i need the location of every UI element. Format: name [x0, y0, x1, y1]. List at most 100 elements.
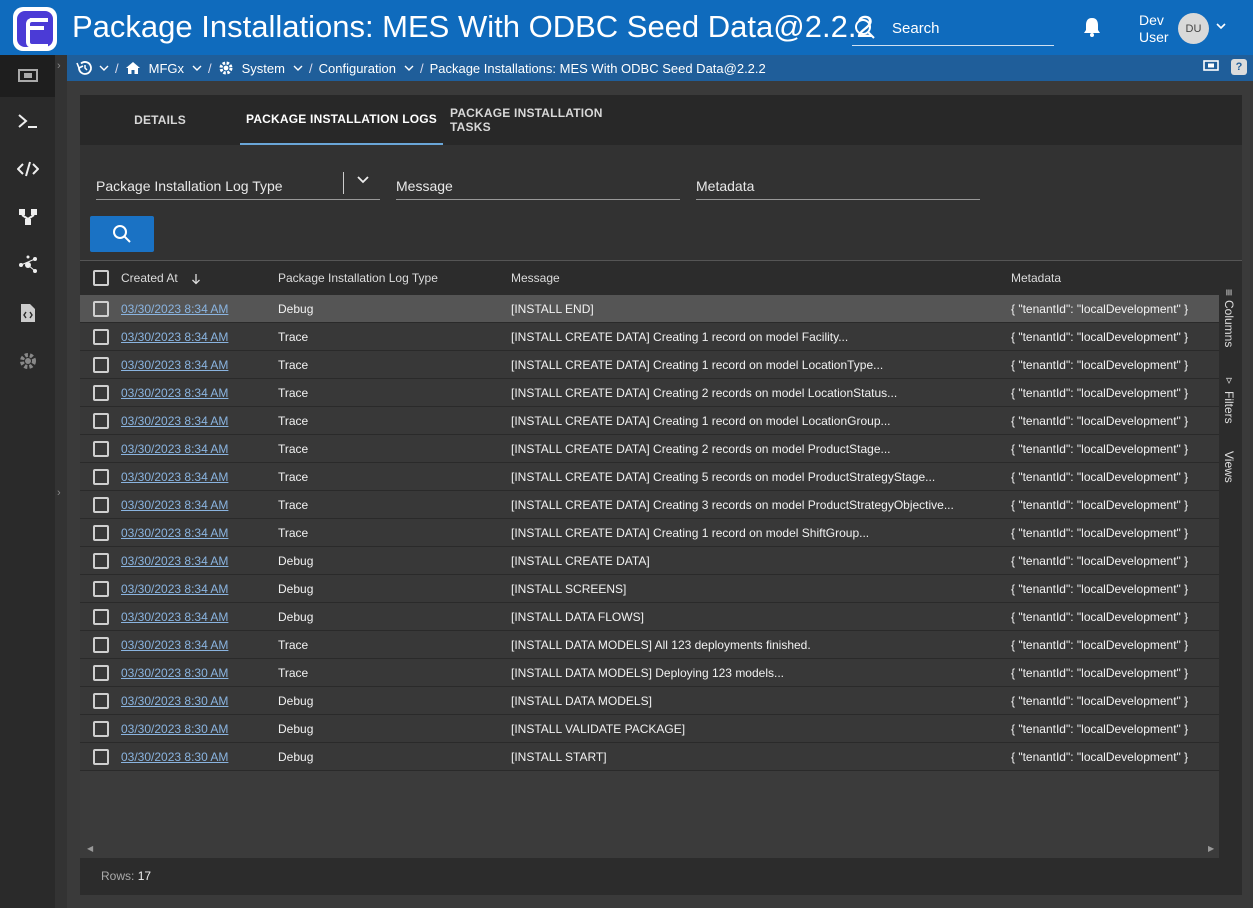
row-checkbox[interactable] [93, 357, 109, 373]
metadata-cell: { "tenantId": "localDevelopment" } [1011, 526, 1189, 540]
table-row[interactable]: 03/30/2023 8:34 AM Trace [INSTALL CREATE D… [80, 463, 1219, 491]
row-checkbox[interactable] [93, 553, 109, 569]
row-checkbox[interactable] [93, 749, 109, 765]
side-tab-views[interactable]: Views [1222, 451, 1236, 483]
table-row[interactable]: 03/30/2023 8:30 AM Debug [INSTALL DATA MOD… [80, 687, 1219, 715]
chevron-down-icon[interactable] [356, 175, 370, 185]
chevron-down-icon[interactable] [1215, 21, 1227, 31]
history-button[interactable]: / [75, 60, 125, 76]
filter-bar: Package Installation Log Type Message Me… [80, 145, 1242, 260]
row-checkbox[interactable] [93, 581, 109, 597]
side-tab-filters[interactable]: ▿ Filters [1222, 373, 1236, 424]
avatar[interactable]: DU [1178, 13, 1209, 44]
log-type-select[interactable]: Package Installation Log Type [96, 172, 380, 200]
table-footer: Rows: 17 [80, 858, 1242, 895]
created-at-link[interactable]: 03/30/2023 8:34 AM [121, 638, 228, 652]
rail-item-dashboard[interactable] [0, 55, 55, 97]
search-button[interactable] [90, 216, 154, 252]
created-at-link[interactable]: 03/30/2023 8:34 AM [121, 470, 228, 484]
created-at-link[interactable]: 03/30/2023 8:34 AM [121, 358, 228, 372]
table-row[interactable]: 03/30/2023 8:34 AM Debug [INSTALL DATA FLO… [80, 603, 1219, 631]
created-at-link[interactable]: 03/30/2023 8:30 AM [121, 750, 228, 764]
table-row[interactable]: 03/30/2023 8:30 AM Debug [INSTALL VALIDATE… [80, 715, 1219, 743]
message-cell: [INSTALL DATA FLOWS] [511, 610, 644, 624]
created-at-link[interactable]: 03/30/2023 8:34 AM [121, 330, 228, 344]
row-checkbox[interactable] [93, 469, 109, 485]
table-row[interactable]: 03/30/2023 8:34 AM Debug [INSTALL SCREENS]… [80, 575, 1219, 603]
rail-item-network[interactable] [0, 244, 55, 286]
rail-item-code[interactable] [0, 148, 55, 190]
log-type-cell: Trace [278, 526, 309, 540]
tab-package-installation-logs[interactable]: PACKAGE INSTALLATION LOGS [240, 95, 443, 145]
breadcrumb-item-mfgx[interactable]: MFGx / [125, 61, 218, 76]
rail-collapse-handle[interactable]: › › [55, 55, 67, 908]
created-at-link[interactable]: 03/30/2023 8:34 AM [121, 526, 228, 540]
table-row[interactable]: 03/30/2023 8:34 AM Trace [INSTALL CREATE D… [80, 407, 1219, 435]
column-header-created-at[interactable]: Created At [121, 271, 201, 285]
monitor-icon[interactable] [1203, 59, 1219, 73]
row-checkbox[interactable] [93, 525, 109, 541]
rail-item-console[interactable] [0, 100, 55, 142]
row-checkbox[interactable] [93, 721, 109, 737]
row-checkbox[interactable] [93, 693, 109, 709]
created-at-link[interactable]: 03/30/2023 8:34 AM [121, 442, 228, 456]
created-at-link[interactable]: 03/30/2023 8:34 AM [121, 386, 228, 400]
table-row[interactable]: 03/30/2023 8:34 AM Debug [INSTALL CREATE D… [80, 547, 1219, 575]
table-row[interactable]: 03/30/2023 8:30 AM Debug [INSTALL START] { … [80, 743, 1219, 771]
table-row[interactable]: 03/30/2023 8:34 AM Debug [INSTALL END] { "t… [80, 295, 1219, 323]
row-checkbox[interactable] [93, 609, 109, 625]
table-row[interactable]: 03/30/2023 8:34 AM Trace [INSTALL CREATE D… [80, 491, 1219, 519]
table-row[interactable]: 03/30/2023 8:34 AM Trace [INSTALL CREATE D… [80, 351, 1219, 379]
table-row[interactable]: 03/30/2023 8:30 AM Trace [INSTALL DATA MOD… [80, 659, 1219, 687]
row-checkbox[interactable] [93, 665, 109, 681]
rail-item-flows[interactable] [0, 196, 55, 238]
horizontal-scrollbar[interactable]: ◀ ▶ [80, 844, 1219, 858]
column-header-message[interactable]: Message [511, 271, 560, 285]
row-checkbox[interactable] [93, 441, 109, 457]
search-icon [113, 225, 131, 243]
column-header-log-type[interactable]: Package Installation Log Type [278, 271, 438, 285]
table-row[interactable]: 03/30/2023 8:34 AM Trace [INSTALL CREATE D… [80, 435, 1219, 463]
metadata-cell: { "tenantId": "localDevelopment" } [1011, 498, 1189, 512]
column-header-metadata[interactable]: Metadata [1011, 271, 1061, 285]
created-at-link[interactable]: 03/30/2023 8:34 AM [121, 554, 228, 568]
bell-icon[interactable] [1082, 16, 1102, 38]
tab-details[interactable]: DETAILS [120, 95, 200, 145]
tab-package-installation-tasks[interactable]: PACKAGE INSTALLATION TASKS [450, 95, 644, 145]
help-icon[interactable]: ? [1231, 59, 1247, 75]
side-tab-columns[interactable]: ≡ Columns [1222, 289, 1236, 347]
log-type-cell: Trace [278, 498, 309, 512]
row-checkbox[interactable] [93, 637, 109, 653]
row-checkbox[interactable] [93, 329, 109, 345]
row-checkbox[interactable] [93, 385, 109, 401]
table-row[interactable]: 03/30/2023 8:34 AM Trace [INSTALL DATA MOD… [80, 631, 1219, 659]
metadata-field[interactable]: Metadata [696, 172, 980, 200]
code-icon [16, 161, 39, 177]
file-code-icon [20, 304, 35, 322]
created-at-link[interactable]: 03/30/2023 8:34 AM [121, 582, 228, 596]
breadcrumb-item-configuration[interactable]: Configuration / [319, 61, 430, 76]
rail-item-settings[interactable] [0, 340, 55, 382]
created-at-link[interactable]: 03/30/2023 8:34 AM [121, 414, 228, 428]
row-checkbox[interactable] [93, 301, 109, 317]
table-row[interactable]: 03/30/2023 8:34 AM Trace [INSTALL CREATE D… [80, 379, 1219, 407]
breadcrumb-item-system[interactable]: System / [218, 60, 319, 76]
created-at-link[interactable]: 03/30/2023 8:30 AM [121, 722, 228, 736]
select-all-checkbox[interactable] [93, 270, 109, 286]
created-at-link[interactable]: 03/30/2023 8:30 AM [121, 694, 228, 708]
created-at-link[interactable]: 03/30/2023 8:34 AM [121, 498, 228, 512]
created-at-link[interactable]: 03/30/2023 8:34 AM [121, 610, 228, 624]
side-tab-label: Views [1222, 451, 1236, 483]
table-row[interactable]: 03/30/2023 8:34 AM Trace [INSTALL CREATE D… [80, 323, 1219, 351]
breadcrumb-item-current: Package Installations: MES With ODBC See… [430, 61, 766, 76]
row-checkbox[interactable] [93, 413, 109, 429]
message-field[interactable]: Message [396, 172, 680, 200]
rail-item-files[interactable] [0, 292, 55, 334]
logo-icon[interactable] [13, 7, 57, 51]
user-name[interactable]: Dev User [1139, 12, 1179, 46]
search-input[interactable]: Search [852, 12, 1054, 46]
row-checkbox[interactable] [93, 497, 109, 513]
table-row[interactable]: 03/30/2023 8:34 AM Trace [INSTALL CREATE D… [80, 519, 1219, 547]
created-at-link[interactable]: 03/30/2023 8:30 AM [121, 666, 228, 680]
created-at-link[interactable]: 03/30/2023 8:34 AM [121, 302, 228, 316]
